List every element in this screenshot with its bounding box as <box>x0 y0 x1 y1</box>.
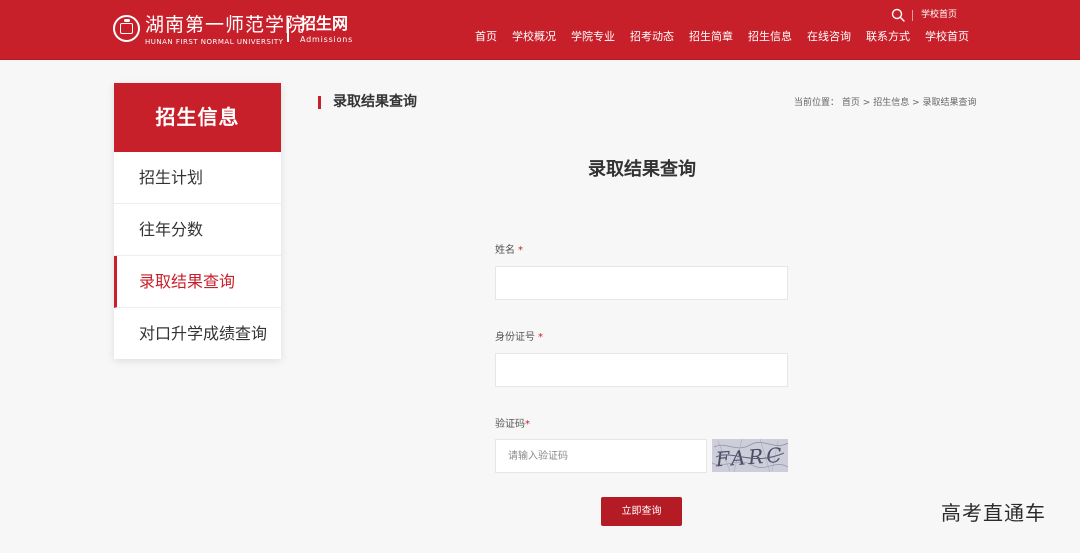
school-name-en: HUNAN FIRST NORMAL UNIVERSITY <box>145 38 284 46</box>
breadcrumb-separator: > <box>862 98 871 108</box>
id-number-label: 身份证号 * <box>495 331 543 345</box>
sidebar: 招生信息 招生计划 往年分数 录取结果查询 对口升学成绩查询 <box>114 83 281 359</box>
nav-item-news[interactable]: 招考动态 <box>630 29 674 45</box>
sidebar-item-admission-result[interactable]: 录取结果查询 <box>114 256 281 308</box>
id-number-label-text: 身份证号 <box>495 332 535 343</box>
breadcrumb-prefix: 当前位置： <box>794 98 840 108</box>
watermark: 高考直通车 <box>941 501 1046 525</box>
name-label: 姓名 * <box>495 244 523 258</box>
form-heading: 录取结果查询 <box>588 159 696 180</box>
nav-item-school-home[interactable]: 学校首页 <box>925 29 969 45</box>
nav-item-admission-info[interactable]: 招生信息 <box>748 29 792 45</box>
captcha-label: 验证码* <box>495 418 530 432</box>
top-link-school-home[interactable]: 学校首页 <box>921 8 957 22</box>
breadcrumb-separator: > <box>912 98 920 108</box>
sidebar-item-label: 录取结果查询 <box>139 272 236 291</box>
submit-query-button[interactable]: 立即查询 <box>601 497 682 526</box>
breadcrumb-home[interactable]: 首页 <box>842 98 860 108</box>
required-mark: * <box>518 245 523 256</box>
nav-item-majors[interactable]: 学院专业 <box>571 29 615 45</box>
required-mark: * <box>525 419 530 430</box>
nav-item-overview[interactable]: 学校概况 <box>512 29 556 45</box>
search-icon[interactable] <box>891 8 905 22</box>
school-name-cn: 湖南第一师范学院 <box>145 14 306 36</box>
nav-item-contact[interactable]: 联系方式 <box>866 29 910 45</box>
site-name[interactable]: 招生网 <box>300 15 348 33</box>
site-header: 湖南第一师范学院 HUNAN FIRST NORMAL UNIVERSITY 招… <box>0 0 1080 60</box>
main-nav: 首页 学校概况 学院专业 招考动态 招生简章 招生信息 在线咨询 联系方式 学校… <box>475 29 969 45</box>
sidebar-item-past-scores[interactable]: 往年分数 <box>114 204 281 256</box>
page-title: 录取结果查询 <box>333 94 417 110</box>
id-number-input[interactable] <box>495 353 788 387</box>
nav-item-brochure[interactable]: 招生简章 <box>689 29 733 45</box>
nav-item-home[interactable]: 首页 <box>475 29 497 45</box>
captcha-image[interactable]: FARC <box>712 439 788 472</box>
nav-item-consult[interactable]: 在线咨询 <box>807 29 851 45</box>
sidebar-item-label: 对口升学成绩查询 <box>139 324 268 343</box>
top-divider <box>912 10 913 21</box>
sidebar-title: 招生信息 <box>114 83 281 152</box>
site-name-en: Admissions <box>300 35 354 44</box>
name-label-text: 姓名 <box>495 245 515 256</box>
school-seal-icon <box>113 15 140 42</box>
captcha-text: FARC <box>714 443 785 472</box>
sidebar-item-vocational-score[interactable]: 对口升学成绩查询 <box>114 308 281 360</box>
captcha-input[interactable] <box>495 439 707 473</box>
breadcrumb-current: 录取结果查询 <box>922 98 977 108</box>
name-input[interactable] <box>495 266 788 300</box>
breadcrumb: 当前位置： 首页 > 招生信息 > 录取结果查询 <box>794 97 977 109</box>
breadcrumb-admission-info[interactable]: 招生信息 <box>873 98 909 108</box>
sidebar-item-label: 往年分数 <box>139 220 204 239</box>
required-mark: * <box>538 332 543 343</box>
sidebar-item-plan[interactable]: 招生计划 <box>114 152 281 204</box>
logo-divider <box>287 18 289 42</box>
captcha-label-text: 验证码 <box>495 419 525 430</box>
sidebar-item-label: 招生计划 <box>139 168 204 187</box>
title-accent-bar <box>318 96 321 109</box>
